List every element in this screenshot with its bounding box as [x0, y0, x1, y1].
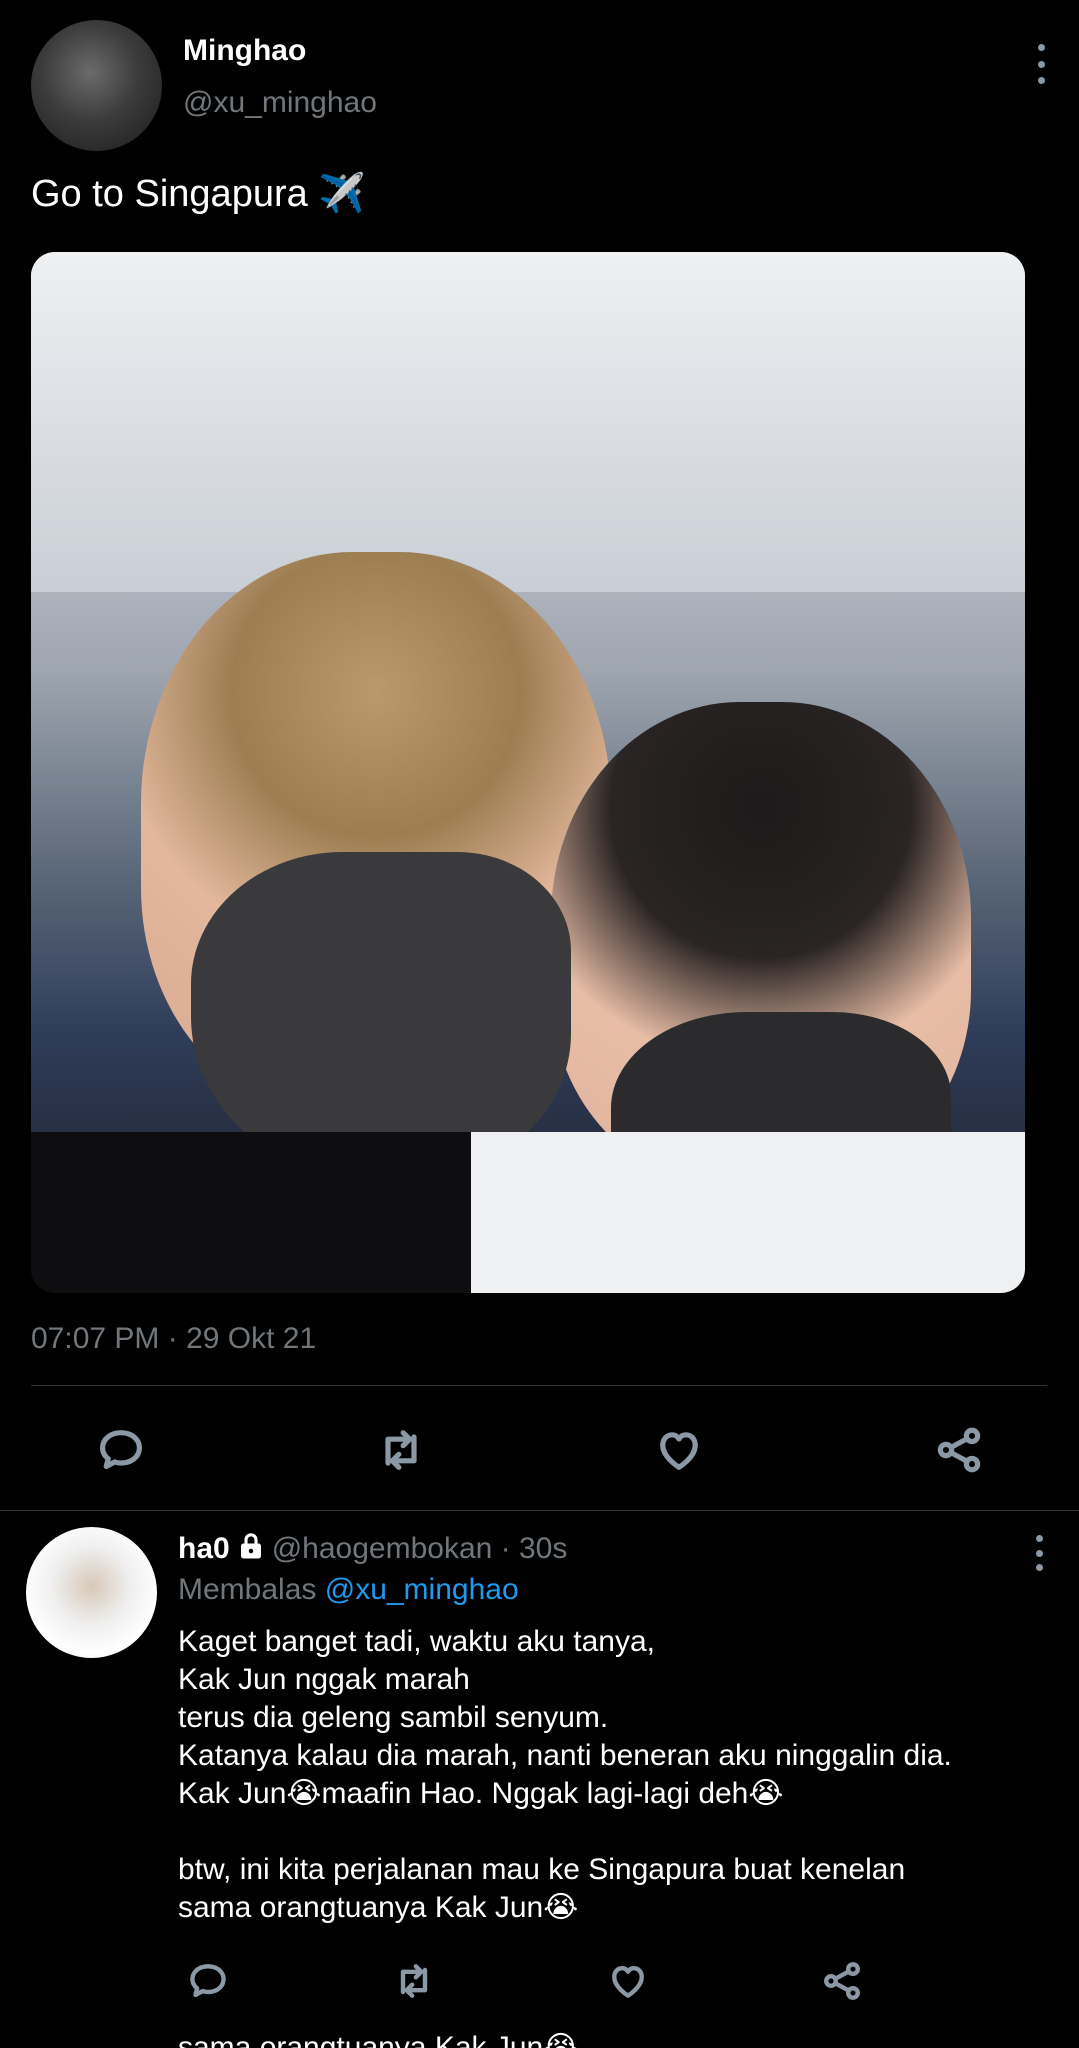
reply-handle-time: @haogembokan · 30s [271, 1532, 568, 1565]
retweet-icon[interactable] [371, 1420, 431, 1480]
tweet-header: Minghao @xu_minghao [31, 20, 1061, 152]
more-options-icon[interactable] [1029, 1535, 1049, 1571]
reply-line: Kak Jun nggak marah [178, 1663, 470, 1696]
reply-line: sama orangtuanya Kak Jun😭 [178, 1891, 579, 1924]
tweet-actions [31, 1420, 1047, 1480]
replying-to: Membalas @xu_minghao [178, 1573, 519, 1607]
reply-line: Kak Jun😭maafin Hao. Nggak lagi-lagi deh😭 [178, 1777, 784, 1810]
reply-line: Katanya kalau dia marah, nanti beneran a… [178, 1739, 952, 1772]
reply-actions [178, 1951, 878, 2011]
tweet-text: Go to Singapura ✈️ [31, 173, 366, 215]
author-handle[interactable]: @xu_minghao [183, 86, 377, 120]
reply-avatar[interactable] [26, 1527, 157, 1658]
reply-author-name[interactable]: ha0 [178, 1532, 230, 1565]
share-icon[interactable] [929, 1420, 989, 1480]
tweet-photo[interactable] [31, 252, 1025, 1293]
replying-mention[interactable]: @xu_minghao [325, 1573, 519, 1606]
reply-blank-line [178, 1813, 1058, 1851]
author-name[interactable]: Minghao [183, 34, 306, 68]
comment-icon[interactable] [178, 1951, 238, 2011]
reply-tweet[interactable]: ha0 @haogembokan · 30s Membalas @xu_mingh… [0, 1511, 1079, 2048]
reply-text: Kaget banget tadi, waktu aku tanya, Kak … [178, 1623, 1058, 1927]
replying-label: Membalas [178, 1573, 317, 1606]
reply-header: ha0 @haogembokan · 30s [178, 1531, 567, 1569]
heart-icon[interactable] [598, 1951, 658, 2011]
more-options-icon[interactable] [1031, 44, 1051, 84]
heart-icon[interactable] [649, 1420, 709, 1480]
reply-line: btw, ini kita perjalanan mau ke Singapur… [178, 1853, 906, 1886]
reply-line: Kaget banget tadi, waktu aku tanya, [178, 1625, 655, 1658]
comment-icon[interactable] [91, 1420, 151, 1480]
divider [31, 1385, 1047, 1386]
retweet-icon[interactable] [384, 1951, 444, 2011]
share-icon[interactable] [812, 1951, 872, 2011]
reply-line: terus dia geleng sambil senyum. [178, 1701, 609, 1734]
next-item-peek: sama orangtuanya Kak Jun😭 [178, 2031, 579, 2048]
author-avatar[interactable] [31, 20, 162, 151]
lock-icon [236, 1531, 266, 1569]
tweet-timestamp: 07:07 PM · 29 Okt 21 [31, 1322, 317, 1355]
